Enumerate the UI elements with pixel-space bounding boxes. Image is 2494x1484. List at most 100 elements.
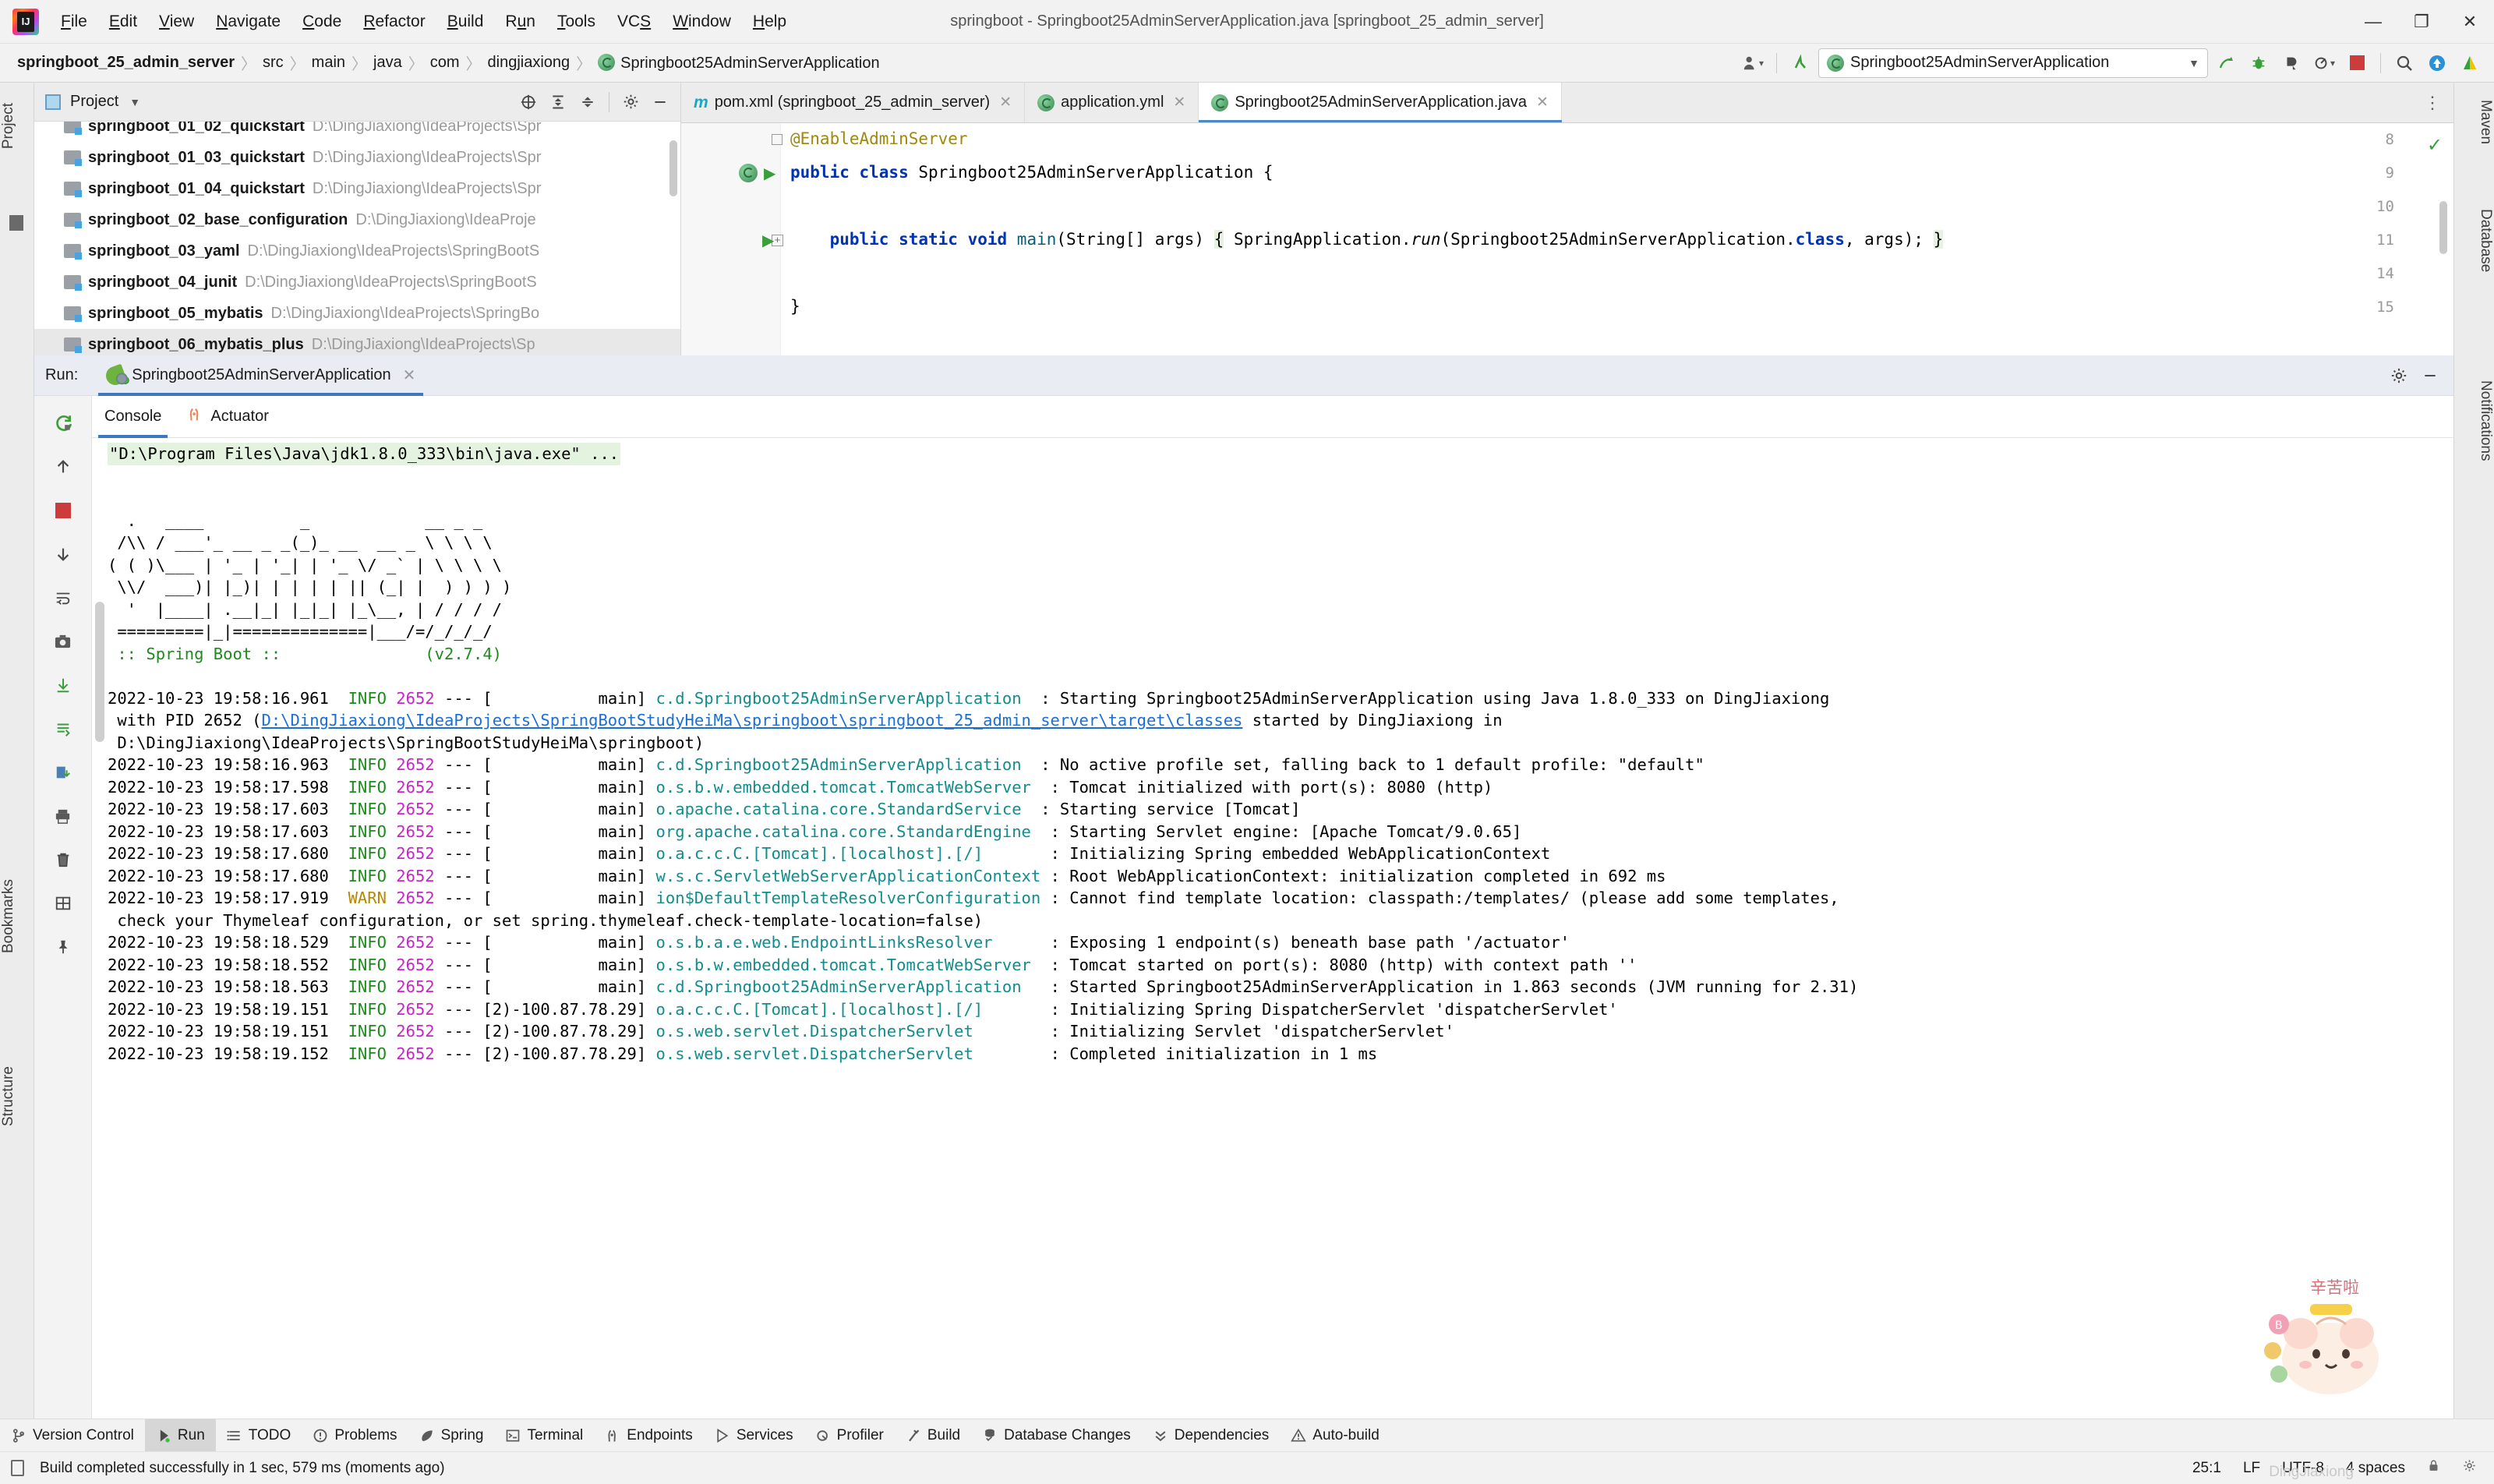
scroll-down-icon[interactable] [44,538,82,571]
run-gutter-icon[interactable]: ▶ [762,231,774,250]
tool-window-button-dependencies[interactable]: Dependencies [1142,1419,1280,1452]
project-tree[interactable]: ›springboot_01_02_quickstartD:\DingJiaxi… [34,122,680,355]
updates-icon[interactable] [2422,48,2452,78]
tree-node[interactable]: ›springboot_01_03_quickstartD:\DingJiaxi… [34,142,680,173]
vcs-update-icon[interactable] [1786,48,1815,78]
chevron-down-icon[interactable]: ▼ [129,96,140,108]
tab-console[interactable]: Console [92,396,174,438]
export-icon[interactable] [44,756,82,789]
lock-icon[interactable] [2427,1458,2440,1478]
tool-window-button-services[interactable]: Services [704,1419,804,1452]
tab-actuator[interactable]: Actuator [174,396,281,438]
caret-position[interactable]: 25:1 [2192,1460,2221,1477]
menu-item-tools[interactable]: Tools [546,9,606,34]
search-everywhere-icon[interactable] [2390,48,2419,78]
profiler-attach-icon[interactable]: ▾ [2309,48,2339,78]
sidebar-tab-structure[interactable]: Structure [0,1057,34,1136]
inspection-ok-icon[interactable]: ✓ [2427,134,2443,157]
expand-all-icon[interactable] [544,88,572,116]
clear-all-icon[interactable] [44,843,82,876]
rerun-icon[interactable] [44,407,82,440]
menu-item-run[interactable]: Run [494,9,546,34]
debug-icon[interactable] [2244,48,2273,78]
scroll-to-end-icon[interactable] [44,669,82,701]
tool-window-button-version-control[interactable]: Version Control [0,1419,145,1452]
menu-item-navigate[interactable]: Navigate [205,9,291,34]
event-log-icon[interactable] [2462,1458,2477,1478]
project-tree-scrollbar[interactable] [669,140,677,196]
tree-node[interactable]: ›springboot_04_junitD:\DingJiaxiong\Idea… [34,267,680,298]
maximize-button[interactable]: ❐ [2397,0,2446,44]
tree-node[interactable]: ›springboot_05_mybatisD:\DingJiaxiong\Id… [34,298,680,329]
editor-tab-1[interactable]: application.yml ✕ [1025,83,1199,122]
sidebar-tab-notifications[interactable]: Notifications [2453,371,2494,471]
sidebar-tab-database[interactable]: Database [2453,200,2494,281]
menu-item-vcs[interactable]: VCS [606,9,662,34]
settings-gear-icon[interactable] [616,88,645,116]
breadcrumb-item-4[interactable]: com [426,52,465,73]
menu-item-file[interactable]: File [50,9,98,34]
layout-icon[interactable] [44,887,82,920]
run-gutter-icon[interactable]: ▶ [764,164,775,183]
console-scrollbar[interactable] [95,602,104,742]
chevron-down-icon[interactable]: ▼ [2188,57,2199,69]
close-icon[interactable]: ✕ [999,94,1012,111]
sidebar-tab-maven[interactable]: Maven [2453,90,2494,154]
indent-setting[interactable]: 4 spaces [2346,1460,2405,1477]
tree-node[interactable]: ›springboot_06_mybatis_plusD:\DingJiaxio… [34,329,680,355]
tool-window-button-build[interactable]: Build [895,1419,971,1452]
tool-window-button-spring[interactable]: Spring [408,1419,495,1452]
breadcrumb-item-6[interactable]: Springboot25AdminServerApplication [593,52,884,74]
sidebar-tab-project[interactable]: Project [0,94,34,158]
menu-item-code[interactable]: Code [291,9,352,34]
hide-panel-icon[interactable] [2416,362,2444,390]
minimize-button[interactable]: — [2349,0,2397,44]
tree-node[interactable]: ›springboot_01_02_quickstartD:\DingJiaxi… [34,122,680,142]
editor-tab-options-icon[interactable]: ⋮ [2411,83,2453,122]
soft-wrap-icon[interactable] [44,581,82,614]
thread-dump-icon[interactable] [44,712,82,745]
editor-tab-0[interactable]: m pom.xml (springboot_25_admin_server) ✕ [681,83,1026,122]
profile-user-icon[interactable]: ▾ [1738,48,1768,78]
close-button[interactable]: ✕ [2446,0,2494,44]
tool-window-button-todo[interactable]: TODO [216,1419,302,1452]
close-icon[interactable]: ✕ [403,366,416,385]
line-separator[interactable]: LF [2243,1460,2260,1477]
menu-item-help[interactable]: Help [742,9,797,34]
stop-icon[interactable] [44,494,82,527]
breadcrumb-item-5[interactable]: dingjiaxiong [483,52,575,73]
screenshot-icon[interactable] [44,625,82,658]
tool-window-button-endpoints[interactable]: Endpoints [594,1419,704,1452]
spring-bean-gutter-icon[interactable] [739,164,758,186]
hide-panel-icon[interactable] [646,88,674,116]
tool-window-button-profiler[interactable]: Profiler [804,1419,895,1452]
console-output[interactable]: "D:\Program Files\Java\jdk1.8.0_333\bin\… [92,438,2453,1419]
tool-window-button-problems[interactable]: Problems [302,1419,408,1452]
menu-item-edit[interactable]: Edit [98,9,148,34]
breadcrumb-item-3[interactable]: java [369,52,407,73]
menu-item-view[interactable]: View [148,9,205,34]
ide-inspect-icon[interactable] [2455,48,2485,78]
run-icon[interactable] [2211,48,2241,78]
menu-item-refactor[interactable]: Refactor [352,9,436,34]
log-path-link[interactable]: D:\DingJiaxiong\IdeaProjects\SpringBootS… [261,711,1242,730]
breadcrumb-item-2[interactable]: main [307,52,350,73]
breadcrumb-item-0[interactable]: springboot_25_admin_server [12,52,239,73]
tree-node[interactable]: ›springboot_02_base_configurationD:\Ding… [34,204,680,235]
close-icon[interactable]: ✕ [1173,94,1185,111]
menu-item-build[interactable]: Build [436,9,495,34]
scroll-from-source-icon[interactable] [514,88,542,116]
stop-icon[interactable] [2342,48,2372,78]
fold-marker-icon[interactable] [772,134,782,145]
tool-window-button-auto-build[interactable]: Auto-build [1280,1419,1390,1452]
settings-gear-icon[interactable] [2385,362,2413,390]
editor-scrollbar[interactable] [2439,201,2447,254]
tool-window-button-run[interactable]: Run [144,1419,216,1452]
run-configuration-selector[interactable]: Springboot25AdminServerApplication ▼ [1818,48,2208,78]
menu-item-window[interactable]: Window [662,9,742,34]
tool-window-button-terminal[interactable]: Terminal [494,1419,594,1452]
editor-tab-2[interactable]: Springboot25AdminServerApplication.java ✕ [1199,83,1562,122]
run-config-tab[interactable]: Springboot25AdminServerApplication ✕ [98,355,424,396]
tree-node[interactable]: ›springboot_03_yamlD:\DingJiaxiong\IdeaP… [34,235,680,267]
tree-node[interactable]: ›springboot_01_04_quickstartD:\DingJiaxi… [34,173,680,204]
